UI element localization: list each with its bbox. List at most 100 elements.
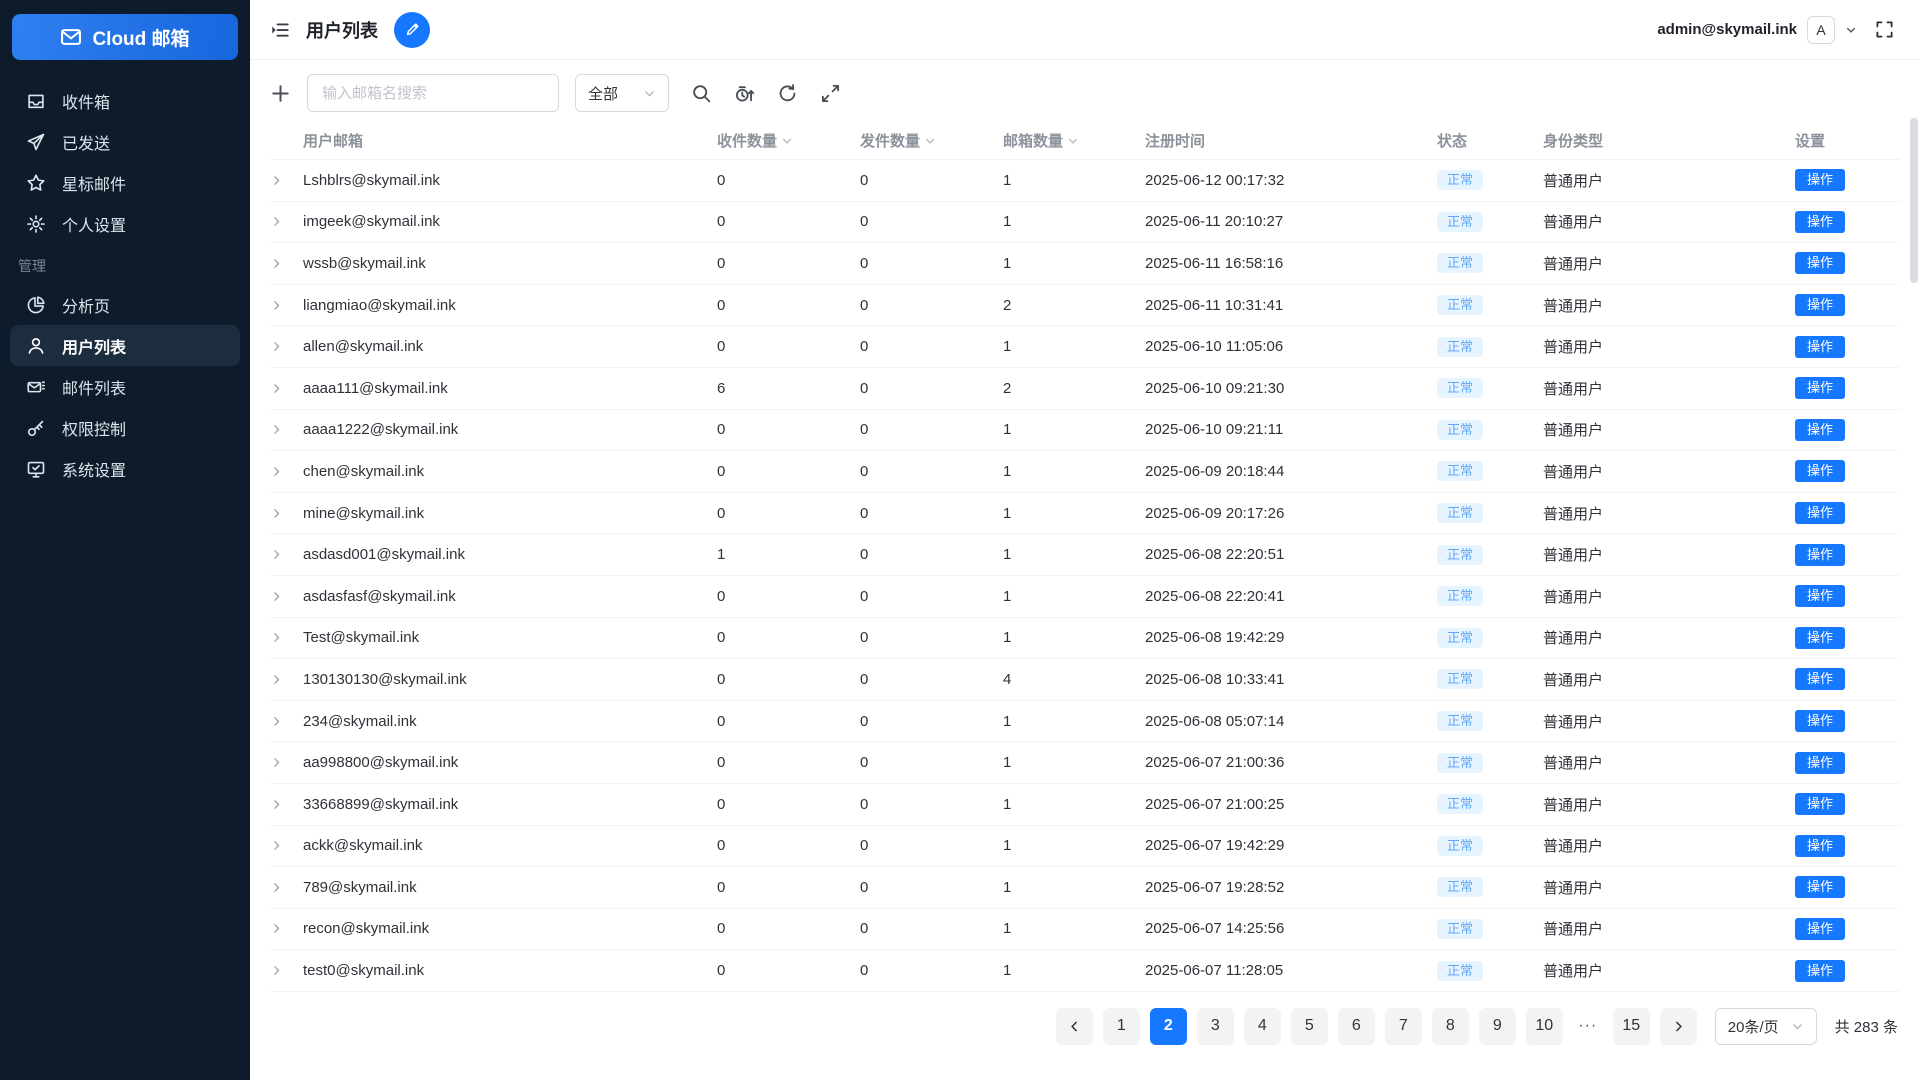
row-expand-chevron-icon[interactable]: [270, 756, 303, 769]
page-button-10[interactable]: 10: [1525, 1007, 1563, 1045]
action-button[interactable]: 操作: [1795, 460, 1846, 483]
app-logo-button[interactable]: Cloud 邮箱: [12, 14, 238, 60]
sidebar-item-用户列表[interactable]: 用户列表: [10, 325, 240, 366]
row-expand-chevron-icon[interactable]: [270, 798, 303, 811]
sidebar-item-分析页[interactable]: 分析页: [10, 284, 240, 325]
action-button[interactable]: 操作: [1795, 917, 1846, 940]
row-expand-chevron-icon[interactable]: [270, 881, 303, 894]
search-input[interactable]: [307, 74, 559, 112]
filter-select[interactable]: 全部: [575, 74, 669, 112]
add-user-button[interactable]: [270, 83, 291, 104]
column-header-邮箱数量[interactable]: 邮箱数量: [1003, 130, 1145, 151]
time-sort-icon[interactable]: [734, 83, 755, 104]
edit-button[interactable]: [394, 11, 430, 48]
row-expand-chevron-icon[interactable]: [270, 590, 303, 603]
action-button[interactable]: 操作: [1795, 834, 1846, 857]
refresh-icon[interactable]: [777, 83, 798, 104]
fullscreen-icon[interactable]: [1875, 20, 1894, 39]
row-expand-chevron-icon[interactable]: [270, 299, 303, 312]
avatar[interactable]: A: [1807, 15, 1835, 44]
row-expand-chevron-icon[interactable]: [270, 423, 303, 436]
action-button[interactable]: 操作: [1795, 710, 1846, 733]
cell-mailbox-count: 1: [1003, 213, 1012, 231]
page-size-select[interactable]: 20条/页: [1714, 1007, 1817, 1045]
page-button-3[interactable]: 3: [1196, 1007, 1234, 1045]
page-button-6[interactable]: 6: [1337, 1007, 1375, 1045]
action-button[interactable]: 操作: [1795, 959, 1846, 982]
action-button[interactable]: 操作: [1795, 626, 1846, 649]
row-expand-chevron-icon[interactable]: [270, 839, 303, 852]
cell-inbox-count: 0: [717, 795, 726, 813]
action-button[interactable]: 操作: [1795, 793, 1846, 816]
main-content: 用户列表 admin@skymail.ink A 全部: [250, 0, 1920, 1080]
page-ellipsis[interactable]: ···: [1573, 1017, 1603, 1035]
sort-caret-icon[interactable]: [781, 135, 793, 147]
row-expand-chevron-icon[interactable]: [270, 215, 303, 228]
page-button-5[interactable]: 5: [1290, 1007, 1328, 1045]
row-expand-chevron-icon[interactable]: [270, 340, 303, 353]
action-button[interactable]: 操作: [1795, 876, 1846, 899]
cell-mailbox-count: 1: [1003, 629, 1012, 647]
page-button-2[interactable]: 2: [1149, 1007, 1187, 1045]
row-expand-chevron-icon[interactable]: [270, 715, 303, 728]
pagination: 1 2 3 4 5 6 7 8 9 10 ··· 15 20条/页 共 283 条: [250, 992, 1920, 1045]
action-button[interactable]: 操作: [1795, 169, 1846, 192]
cell-identity-type: 普通用户: [1543, 588, 1604, 606]
prev-page-button[interactable]: [1055, 1007, 1093, 1045]
next-page-button[interactable]: [1659, 1007, 1697, 1045]
row-expand-chevron-icon[interactable]: [270, 507, 303, 520]
page-button-7[interactable]: 7: [1384, 1007, 1422, 1045]
action-button[interactable]: 操作: [1795, 418, 1846, 441]
sidebar-item-权限控制[interactable]: 权限控制: [10, 407, 240, 448]
menu-fold-icon[interactable]: [270, 20, 290, 40]
monitor-icon: [26, 459, 46, 479]
status-badge: 正常: [1437, 336, 1484, 357]
action-button[interactable]: 操作: [1795, 543, 1846, 566]
action-button[interactable]: 操作: [1795, 252, 1846, 275]
cell-sent-count: 0: [860, 421, 869, 439]
expand-icon[interactable]: [820, 83, 841, 104]
action-button[interactable]: 操作: [1795, 668, 1846, 691]
action-button[interactable]: 操作: [1795, 502, 1846, 525]
page-button-8[interactable]: 8: [1431, 1007, 1469, 1045]
sidebar-item-已发送[interactable]: 已发送: [10, 121, 240, 162]
sidebar-item-邮件列表[interactable]: 邮件列表: [10, 366, 240, 407]
row-expand-chevron-icon[interactable]: [270, 174, 303, 187]
sort-caret-icon[interactable]: [924, 135, 936, 147]
cell-action: 操作: [1795, 418, 1900, 441]
row-expand-chevron-icon[interactable]: [270, 964, 303, 977]
column-header-收件数量[interactable]: 收件数量: [717, 130, 860, 151]
page-button-4[interactable]: 4: [1243, 1007, 1281, 1045]
action-button[interactable]: 操作: [1795, 294, 1846, 317]
row-expand-chevron-icon[interactable]: [270, 673, 303, 686]
sidebar-item-系统设置[interactable]: 系统设置: [10, 448, 240, 489]
page-button-1[interactable]: 1: [1102, 1007, 1140, 1045]
cell-identity-type: 普通用户: [1543, 297, 1604, 315]
action-button[interactable]: 操作: [1795, 751, 1846, 774]
action-button[interactable]: 操作: [1795, 377, 1846, 400]
chevron-down-icon[interactable]: [1845, 24, 1857, 36]
column-header-发件数量[interactable]: 发件数量: [860, 130, 1003, 151]
sidebar-item-星标邮件[interactable]: 星标邮件: [10, 162, 240, 203]
sidebar-item-个人设置[interactable]: 个人设置: [10, 203, 240, 244]
inbox-icon: [26, 91, 46, 111]
cell-action: 操作: [1795, 917, 1900, 940]
row-expand-chevron-icon[interactable]: [270, 631, 303, 644]
row-expand-chevron-icon[interactable]: [270, 922, 303, 935]
scrollbar-thumb[interactable]: [1910, 118, 1918, 283]
cell-identity-type: 普通用户: [1543, 463, 1604, 481]
action-button[interactable]: 操作: [1795, 585, 1846, 608]
row-expand-chevron-icon[interactable]: [270, 257, 303, 270]
action-button[interactable]: 操作: [1795, 335, 1846, 358]
search-icon[interactable]: [691, 83, 712, 104]
sort-caret-icon[interactable]: [1067, 135, 1079, 147]
row-expand-chevron-icon[interactable]: [270, 382, 303, 395]
action-button[interactable]: 操作: [1795, 210, 1846, 233]
page-button-9[interactable]: 9: [1478, 1007, 1516, 1045]
user-icon: [26, 336, 46, 356]
sidebar-item-收件箱[interactable]: 收件箱: [10, 80, 240, 121]
row-expand-chevron-icon[interactable]: [270, 548, 303, 561]
row-expand-chevron-icon[interactable]: [270, 465, 303, 478]
cell-identity-type: 普通用户: [1543, 505, 1604, 523]
page-button-15[interactable]: 15: [1612, 1007, 1650, 1045]
